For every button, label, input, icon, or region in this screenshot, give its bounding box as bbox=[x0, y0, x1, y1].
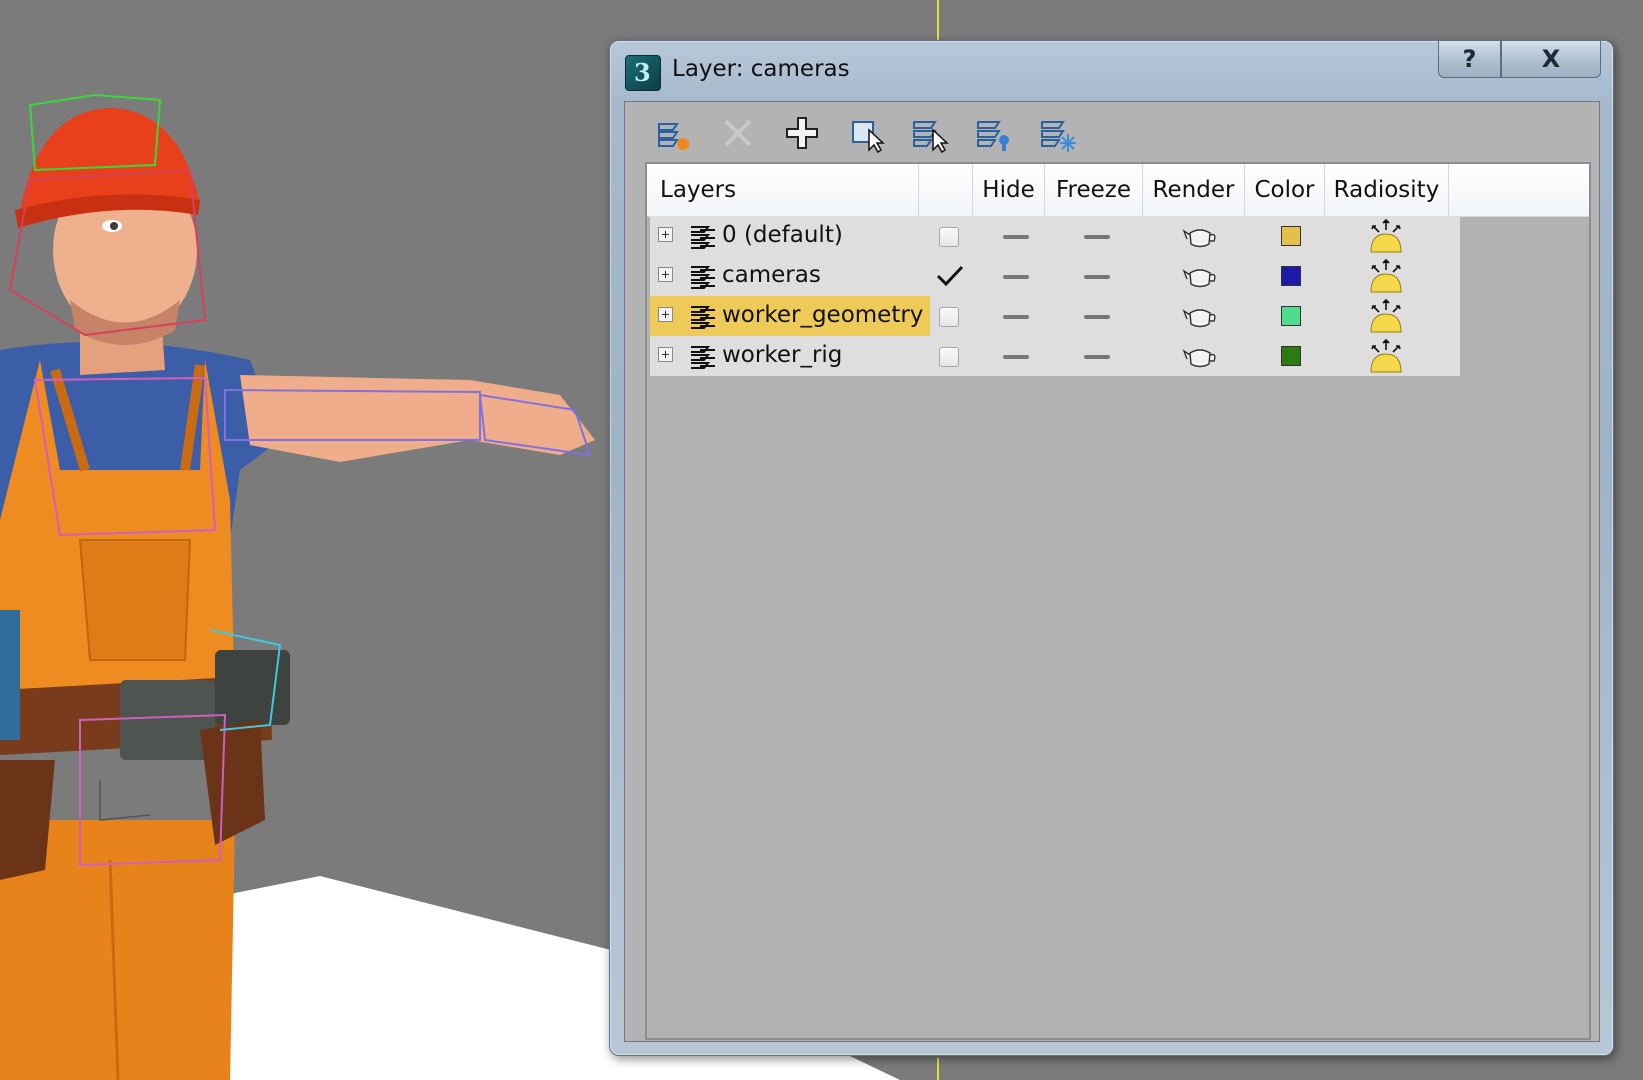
add-to-layer-icon[interactable] bbox=[777, 108, 827, 158]
layer-row[interactable]: worker_rig bbox=[650, 336, 1460, 376]
current-layer-checkbox[interactable] bbox=[939, 307, 959, 327]
radiosity-sun-icon[interactable] bbox=[1367, 218, 1405, 254]
layer-name: worker_geometry bbox=[722, 302, 924, 328]
layer-name-cell[interactable]: worker_rig bbox=[650, 336, 930, 376]
layer-name-cell[interactable]: 0 (default) bbox=[650, 216, 930, 256]
expand-plus-icon[interactable] bbox=[658, 267, 673, 282]
delete-layer-icon bbox=[713, 108, 763, 158]
column-header-color[interactable]: Color bbox=[1245, 164, 1325, 216]
teapot-icon[interactable] bbox=[1181, 304, 1219, 330]
layer-dialog: 3 Layer: cameras ? X Layers Hide Freeze … bbox=[609, 40, 1614, 1056]
column-header-current[interactable] bbox=[919, 164, 973, 216]
hide-toggle[interactable] bbox=[1003, 355, 1029, 359]
freeze-unfreeze-all-icon[interactable] bbox=[1033, 108, 1083, 158]
select-objects-icon[interactable] bbox=[841, 108, 891, 158]
freeze-toggle[interactable] bbox=[1084, 275, 1110, 279]
layer-color-swatch[interactable] bbox=[1281, 346, 1301, 366]
current-layer-checkbox[interactable] bbox=[939, 227, 959, 247]
hide-toggle[interactable] bbox=[1003, 275, 1029, 279]
layer-row[interactable]: worker_geometry bbox=[650, 296, 1460, 336]
layer-row[interactable]: cameras bbox=[650, 256, 1460, 296]
freeze-toggle[interactable] bbox=[1084, 355, 1110, 359]
title-bar[interactable]: 3 Layer: cameras ? X bbox=[610, 40, 1613, 99]
column-header-radiosity[interactable]: Radiosity bbox=[1325, 164, 1449, 216]
radiosity-sun-icon[interactable] bbox=[1367, 298, 1405, 334]
layer-color-swatch[interactable] bbox=[1281, 306, 1301, 326]
layer-row[interactable]: 0 (default) bbox=[650, 216, 1460, 256]
3dsmax-app-icon: 3 bbox=[625, 55, 661, 91]
layer-list[interactable]: Layers Hide Freeze Render Color Radiosit… bbox=[645, 162, 1591, 1040]
layer-name-cell[interactable]: worker_geometry bbox=[650, 296, 930, 336]
column-header-layers[interactable]: Layers bbox=[647, 164, 919, 216]
column-header-render[interactable]: Render bbox=[1143, 164, 1245, 216]
layer-name: 0 (default) bbox=[722, 222, 843, 248]
layer-stack-icon bbox=[691, 266, 715, 289]
layer-name-cell[interactable]: cameras bbox=[650, 256, 930, 296]
dialog-client-area: Layers Hide Freeze Render Color Radiosit… bbox=[624, 101, 1600, 1042]
close-button[interactable]: X bbox=[1501, 40, 1601, 78]
freeze-toggle[interactable] bbox=[1084, 235, 1110, 239]
list-header: Layers Hide Freeze Render Color Radiosit… bbox=[647, 164, 1589, 217]
hide-toggle[interactable] bbox=[1003, 315, 1029, 319]
radiosity-sun-icon[interactable] bbox=[1367, 338, 1405, 374]
highlight-selected-icon[interactable] bbox=[905, 108, 955, 158]
dialog-title: Layer: cameras bbox=[672, 56, 850, 82]
expand-plus-icon[interactable] bbox=[658, 227, 673, 242]
layer-name: cameras bbox=[722, 262, 821, 288]
expand-plus-icon[interactable] bbox=[658, 307, 673, 322]
radiosity-sun-icon[interactable] bbox=[1367, 258, 1405, 294]
column-header-hide[interactable]: Hide bbox=[973, 164, 1045, 216]
expand-plus-icon[interactable] bbox=[658, 347, 673, 362]
teapot-icon[interactable] bbox=[1181, 224, 1219, 250]
current-layer-checkbox[interactable] bbox=[939, 347, 959, 367]
teapot-icon[interactable] bbox=[1181, 264, 1219, 290]
teapot-icon[interactable] bbox=[1181, 344, 1219, 370]
layer-stack-icon bbox=[691, 226, 715, 249]
create-layer-icon[interactable] bbox=[649, 108, 699, 158]
layer-stack-icon bbox=[691, 306, 715, 329]
hide-toggle[interactable] bbox=[1003, 235, 1029, 239]
current-layer-checkmark-icon[interactable] bbox=[935, 264, 965, 288]
help-button[interactable]: ? bbox=[1438, 40, 1501, 78]
layer-color-swatch[interactable] bbox=[1281, 266, 1301, 286]
layer-color-swatch[interactable] bbox=[1281, 226, 1301, 246]
hide-unhide-all-icon[interactable] bbox=[969, 108, 1019, 158]
freeze-toggle[interactable] bbox=[1084, 315, 1110, 319]
layer-stack-icon bbox=[691, 346, 715, 369]
column-header-freeze[interactable]: Freeze bbox=[1045, 164, 1143, 216]
layer-name: worker_rig bbox=[722, 342, 843, 368]
